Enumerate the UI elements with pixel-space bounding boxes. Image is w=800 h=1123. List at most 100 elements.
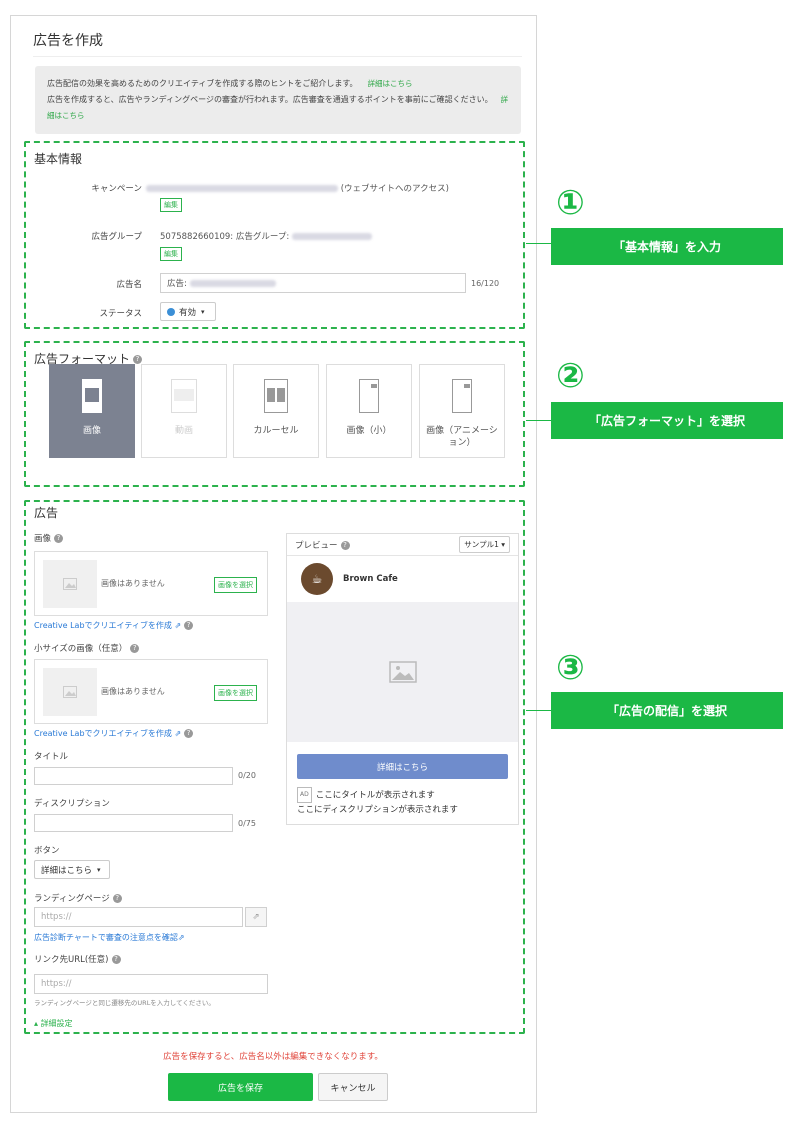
preview-image-placeholder — [287, 602, 518, 742]
preview-text: AD ここにタイトルが表示されます ここにディスクリプションが表示されます — [287, 779, 518, 817]
ad-group-label: 広告グループ — [91, 232, 143, 242]
link-url-placeholder: https:// — [41, 979, 72, 989]
link-url-label-text: リンク先URL(任意) — [34, 955, 109, 965]
format-option-video[interactable]: 動画 — [141, 364, 227, 458]
hint-link-1[interactable]: 詳細はこちら — [368, 79, 413, 88]
landing-check-link[interactable]: 広告診断チャートで審査の注意点を確認⇗ — [34, 932, 185, 943]
status-dot-icon — [167, 307, 175, 316]
select-image-button[interactable]: 画像を選択 — [214, 577, 257, 593]
help-icon[interactable]: ? — [111, 955, 121, 964]
status-label: ステータス — [99, 309, 142, 319]
landing-page-placeholder: https:// — [41, 912, 72, 922]
save-ad-button[interactable]: 広告を保存 — [168, 1073, 313, 1101]
landing-check-text: 広告診断チャートで審査の注意点を確認 — [34, 933, 178, 942]
button-label: ボタン — [34, 846, 60, 856]
callout-number: ③ — [556, 648, 585, 688]
callout-format: 「広告フォーマット」を選択 — [551, 402, 783, 439]
landing-page-input[interactable]: https:// — [34, 907, 243, 927]
creative-lab-text: Creative Labでクリエイティブを作成 — [34, 729, 172, 738]
hint-line-2: 広告を作成すると、広告やランディングページの審査が行われます。広告審査を通過する… — [47, 95, 493, 104]
preview-brand-name: Brown Cafe — [343, 574, 398, 584]
format-option-label: 画像（小） — [346, 426, 392, 436]
small-image-label-text: 小サイズの画像（任意） — [34, 644, 128, 654]
ad-name-value: 広告: — [167, 279, 187, 289]
hint-box: 広告配信の効果を高めるためのクリエイティブを作成する際のヒントをご紹介します。 詳… — [35, 66, 521, 134]
image-label-text: 画像 — [34, 534, 52, 544]
status-dropdown[interactable]: 有効 ▾ — [160, 302, 216, 321]
format-option-label: 動画 — [174, 426, 193, 436]
campaign-edit-button[interactable]: 編集 — [160, 198, 182, 212]
hint-line-1: 広告配信の効果を高めるためのクリエイティブを作成する際のヒントをご紹介します。 — [47, 79, 358, 88]
caret-up-icon: ▴ — [34, 1019, 39, 1028]
ad-name-input[interactable]: 広告: — [160, 273, 466, 293]
basic-info-title: 基本情報 — [34, 152, 83, 166]
format-option-image[interactable]: 画像 — [49, 364, 135, 458]
external-link-button[interactable]: ⇗ — [245, 907, 267, 927]
external-link-icon: ⇗ — [174, 621, 182, 630]
select-small-image-button[interactable]: 画像を選択 — [214, 685, 257, 701]
callout-basic-info: 「基本情報」を入力 — [551, 228, 783, 265]
ad-group-edit-button[interactable]: 編集 — [160, 247, 182, 261]
small-image-label: 小サイズの画像（任意）? — [34, 642, 140, 654]
description-input[interactable] — [34, 814, 233, 832]
cancel-button[interactable]: キャンセル — [318, 1073, 388, 1101]
format-option-small-image[interactable]: 画像（小） — [326, 364, 412, 458]
creative-lab-link[interactable]: Creative Labでクリエイティブを作成 ⇗? — [34, 620, 194, 631]
preview-header: プレビュー? サンプル1 ▾ — [287, 534, 518, 556]
landing-page-label-text: ランディングページ — [34, 894, 110, 904]
help-icon[interactable]: ? — [112, 894, 122, 903]
image-upload-box: 画像はありません 画像を選択 — [34, 551, 268, 616]
external-link-icon: ⇗ — [174, 729, 182, 738]
button-type-value: 詳細はこちら — [41, 865, 93, 876]
coffee-cup-icon: ☕ — [301, 563, 333, 595]
title-label: タイトル — [34, 752, 69, 762]
link-url-help: ランディングページと同じ遷移先のURLを入力してください。 — [34, 999, 215, 1007]
ad-group-name-redacted — [291, 233, 372, 240]
landing-page-label: ランディングページ? — [34, 892, 122, 904]
callout-connector — [526, 243, 551, 244]
image-label: 画像? — [34, 532, 64, 544]
link-url-input[interactable]: https:// — [34, 974, 268, 994]
advanced-settings-label: 詳細設定 — [40, 1019, 73, 1028]
external-link-icon: ⇗ — [177, 933, 185, 942]
link-url-label: リンク先URL(任意)? — [34, 953, 121, 965]
format-option-label: カルーセル — [253, 426, 299, 436]
chevron-down-icon: ▾ — [501, 540, 505, 549]
ad-section-title: 広告 — [34, 506, 59, 520]
callout-ad-delivery: 「広告の配信」を選択 — [551, 692, 783, 729]
ad-name-redacted — [189, 279, 276, 287]
chevron-down-icon: ▾ — [97, 865, 101, 874]
format-option-carousel[interactable]: カルーセル — [233, 364, 319, 458]
help-icon[interactable]: ? — [130, 644, 140, 653]
small-image-upload-box: 画像はありません 画像を選択 — [34, 659, 268, 724]
campaign-value: (ウェブサイトへのアクセス) — [146, 182, 449, 194]
title-count: 0/20 — [238, 771, 256, 780]
animation-format-icon — [452, 379, 472, 413]
small-image-format-icon — [359, 379, 379, 413]
button-type-dropdown[interactable]: 詳細はこちら ▾ — [34, 860, 110, 879]
save-warning: 広告を保存すると、広告名以外は編集できなくなります。 — [163, 1052, 383, 1062]
format-option-label: 画像 — [82, 426, 101, 436]
status-value: 有効 — [179, 307, 197, 318]
help-icon[interactable]: ? — [184, 729, 194, 738]
sample-dropdown[interactable]: サンプル1 ▾ — [459, 536, 510, 553]
advanced-settings-toggle[interactable]: ▴ 詳細設定 — [34, 1018, 73, 1029]
preview-title-text: プレビュー — [295, 540, 338, 551]
help-icon[interactable]: ? — [133, 355, 143, 364]
chevron-down-icon: ▾ — [201, 307, 205, 316]
ad-group-id: 5075882660109: 広告グループ: — [160, 232, 290, 242]
callout-connector — [526, 710, 551, 711]
help-icon[interactable]: ? — [184, 621, 194, 630]
preview-title-placeholder: ここにタイトルが表示されます — [315, 790, 435, 801]
callout-number: ① — [556, 183, 585, 223]
external-link-icon: ⇗ — [252, 912, 260, 922]
help-icon[interactable]: ? — [54, 534, 64, 543]
creative-lab-text: Creative Labでクリエイティブを作成 — [34, 621, 172, 630]
format-option-animation[interactable]: 画像（アニメーション） — [419, 364, 505, 458]
image-placeholder-icon — [43, 668, 97, 716]
help-icon[interactable]: ? — [340, 540, 350, 550]
creative-lab-link[interactable]: Creative Labでクリエイティブを作成 ⇗? — [34, 728, 194, 739]
ad-group-value: 5075882660109: 広告グループ: — [160, 230, 372, 242]
title-input[interactable] — [34, 767, 233, 785]
description-count: 0/75 — [238, 819, 256, 828]
